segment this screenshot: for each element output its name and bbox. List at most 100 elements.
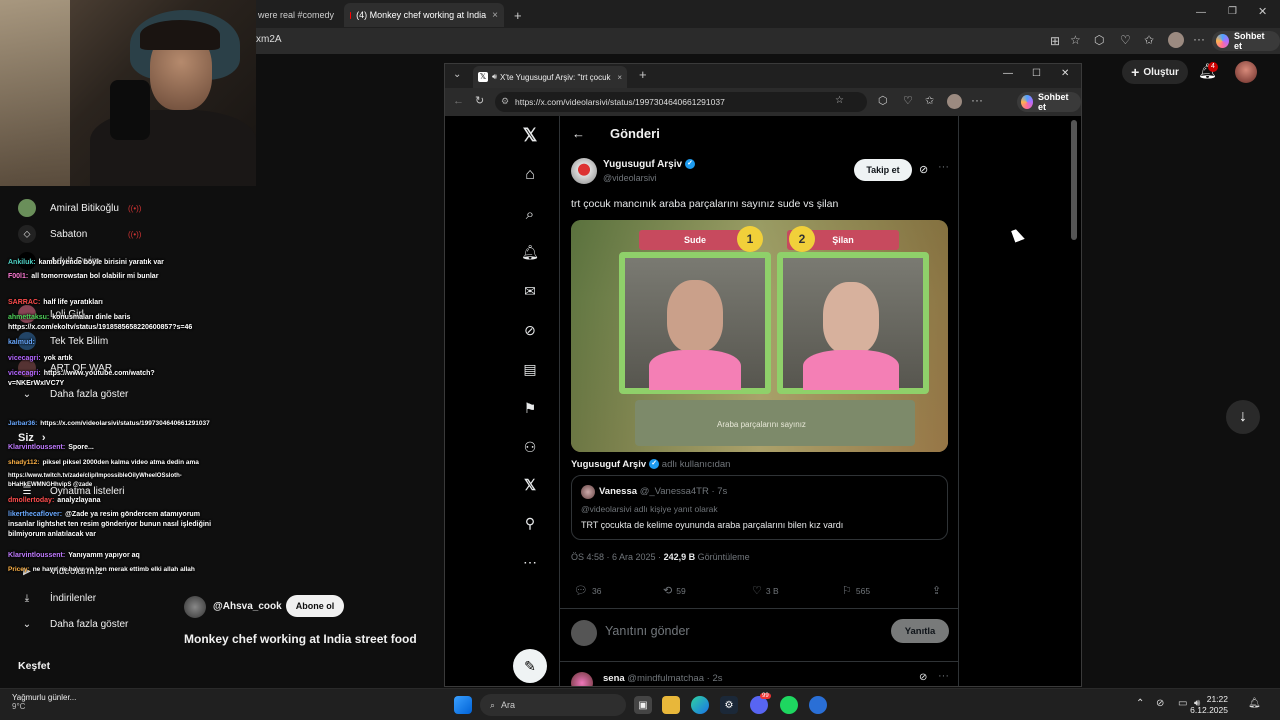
more-options-icon[interactable]: ··· xyxy=(938,670,949,682)
author-avatar[interactable] xyxy=(571,158,597,184)
streamer-webcam xyxy=(0,0,256,186)
grok-icon[interactable]: ⊘ xyxy=(919,163,928,176)
reply-button[interactable]: Yanıtla xyxy=(891,619,949,643)
site-info-icon[interactable]: ⚙ xyxy=(501,96,509,107)
subscribe-button[interactable]: Abone ol xyxy=(286,595,344,617)
home-icon[interactable]: ⌂ xyxy=(521,166,539,184)
back-arrow-icon[interactable]: ← xyxy=(572,126,585,141)
tray-chevron-icon[interactable]: ⌃ xyxy=(1136,698,1144,709)
sidebar-item-sabaton[interactable]: ⬦ Sabaton xyxy=(18,222,87,246)
premium-x-icon[interactable]: 𝕏 xyxy=(521,476,539,494)
start-menu-icon[interactable] xyxy=(454,696,472,714)
split-screen-icon[interactable]: ⊞ xyxy=(1050,34,1060,48)
performance-icon[interactable]: ♡ xyxy=(903,94,913,107)
channel-avatar[interactable] xyxy=(184,596,206,618)
network-off-icon[interactable]: ⊘ xyxy=(1156,698,1164,709)
chat-message: vicecagri: https://www.youtube.com/watch? xyxy=(8,370,155,377)
steam-icon[interactable]: ⚙ xyxy=(720,696,738,714)
favorite-star-icon[interactable]: ☆ xyxy=(1070,33,1081,47)
favorites-icon[interactable]: ✩ xyxy=(1144,33,1154,47)
extensions-icon[interactable]: ⬡ xyxy=(878,94,888,107)
like-action[interactable]: ♡ 3 B xyxy=(752,584,779,597)
communities-icon[interactable]: ⚇ xyxy=(521,438,539,456)
reply-author[interactable]: sena @mindfulmatchaa · 2s xyxy=(603,673,722,684)
bookmark-action[interactable]: ⚐ 565 xyxy=(842,584,870,597)
edge-browser-icon[interactable] xyxy=(691,696,709,714)
new-tab-button[interactable]: + xyxy=(639,67,647,82)
more-options-icon[interactable]: ··· xyxy=(938,161,949,173)
outer-tab-monkey-chef[interactable]: (4) Monkey chef working at India × xyxy=(344,3,504,27)
reply-author-avatar[interactable] xyxy=(571,672,593,686)
taskbar-search[interactable]: ⌕ Ara xyxy=(480,694,626,716)
lists-icon[interactable]: ▤ xyxy=(521,360,539,378)
close-icon[interactable]: × xyxy=(492,10,498,21)
extensions-icon[interactable]: ⬡ xyxy=(1094,33,1104,47)
messages-icon[interactable]: ✉ xyxy=(521,282,539,300)
copilot-chat-button[interactable]: Sohbet et xyxy=(1017,92,1081,112)
sidebar-item-downloads[interactable]: ⤓ İndirilenler xyxy=(18,586,96,610)
back-arrow-icon[interactable]: ← xyxy=(453,95,464,107)
follow-button[interactable]: Takip et xyxy=(854,159,912,181)
repost-action[interactable]: ⟲ 59 xyxy=(663,584,686,597)
new-tab-button[interactable]: + xyxy=(508,3,528,27)
favorite-star-icon[interactable]: ☆ xyxy=(835,95,844,106)
bookmarks-icon[interactable]: ⚑ xyxy=(521,399,539,417)
file-explorer-icon[interactable] xyxy=(662,696,680,714)
more-options-icon[interactable]: ··· xyxy=(1193,32,1205,46)
minimize-icon[interactable]: — xyxy=(1196,7,1206,18)
close-window-icon[interactable]: ✕ xyxy=(1061,68,1069,79)
notifications-icon[interactable]: 🔔︎ xyxy=(521,243,539,261)
favorites-icon[interactable]: ✩ xyxy=(925,94,934,107)
grok-icon[interactable]: ⊘ xyxy=(521,321,539,339)
audio-icon[interactable]: 🔊︎ xyxy=(492,72,497,82)
more-circle-icon[interactable]: ⋯ xyxy=(521,553,539,571)
divider xyxy=(560,608,958,609)
close-icon[interactable]: × xyxy=(617,73,622,82)
more-options-icon[interactable]: ··· xyxy=(971,93,983,107)
inner-url-input[interactable]: ⚙ https://x.com/videolarsivi/status/1997… xyxy=(495,92,867,112)
search-icon[interactable]: ⌕ xyxy=(521,205,539,223)
reply-input[interactable]: Yanıtını gönder xyxy=(605,624,690,638)
youtube-account-avatar[interactable] xyxy=(1235,61,1257,83)
profile-icon[interactable]: ⚲ xyxy=(521,514,539,532)
share-action[interactable]: ⇪ xyxy=(932,584,941,597)
compose-post-button[interactable]: ✎ xyxy=(513,649,547,683)
weather-widget[interactable]: Yağmurlu günler... 9°C xyxy=(12,693,76,711)
author-name[interactable]: Yugusuguf Arşiv ✓ xyxy=(603,159,696,170)
quoted-reply-card[interactable]: Vanessa @_Vanessa4TR · 7s @videolarsivi … xyxy=(571,475,948,540)
app-icon[interactable] xyxy=(809,696,827,714)
inner-browser-window: ⌄ 𝕏 🔊︎ X'te Yugusuguf Arşiv: "trt çocuk … xyxy=(444,63,1082,687)
sidebar-item-amiral-bitikoglu[interactable]: Amiral Bitikoğlu xyxy=(18,196,119,220)
outer-url-text[interactable]: xm2A xyxy=(256,34,282,45)
performance-icon[interactable]: ♡ xyxy=(1120,33,1131,47)
spotify-icon[interactable] xyxy=(780,696,798,714)
task-view-icon[interactable]: ▣ xyxy=(634,696,652,714)
scroll-down-button[interactable]: ↓ xyxy=(1226,400,1260,434)
maximize-icon[interactable]: ❐ xyxy=(1228,6,1237,17)
outer-tab-comedy[interactable]: were real #comedy × xyxy=(252,3,340,27)
tweet-video[interactable]: Sude Şilan 1 2 Araba parçalarını sayınız xyxy=(571,220,948,452)
tab-actions-chevron-icon[interactable]: ⌄ xyxy=(453,69,461,80)
reply-action[interactable]: 💬︎ 36 xyxy=(574,584,601,597)
profile-avatar[interactable] xyxy=(1168,32,1184,48)
create-button[interactable]: + Oluştur xyxy=(1122,60,1188,84)
chevron-down-icon: ⌄ xyxy=(22,388,32,400)
close-window-icon[interactable]: ✕ xyxy=(1258,5,1267,18)
video-caption: Araba parçalarını sayınız xyxy=(717,420,806,429)
copilot-chat-button[interactable]: Sohbet et xyxy=(1212,31,1280,51)
channel-name[interactable]: @Ahsva_cook xyxy=(213,601,282,612)
clock-date: 6.12.2025 xyxy=(1190,705,1228,715)
notification-center-icon[interactable]: 🔔︎ xyxy=(1248,698,1261,709)
refresh-icon[interactable]: ↻ xyxy=(475,94,484,107)
inner-tab-x-post[interactable]: 𝕏 🔊︎ X'te Yugusuguf Arşiv: "trt çocuk × xyxy=(473,66,627,88)
minimize-icon[interactable]: — xyxy=(1003,68,1013,79)
x-home-logo-icon[interactable]: 𝕏 xyxy=(521,125,539,145)
sidebar-more-button-2[interactable]: ⌄ Daha fazla göster xyxy=(18,612,129,636)
scrollbar-thumb[interactable] xyxy=(1071,120,1077,240)
profile-avatar[interactable] xyxy=(947,94,962,109)
maximize-icon[interactable]: ☐ xyxy=(1032,68,1041,79)
grok-icon[interactable]: ⊘ xyxy=(919,672,927,683)
author-handle[interactable]: @videolarsivi xyxy=(603,173,657,183)
name-banner-left: Sude xyxy=(639,230,751,250)
system-clock[interactable]: 21:22 6.12.2025 xyxy=(1186,694,1228,716)
